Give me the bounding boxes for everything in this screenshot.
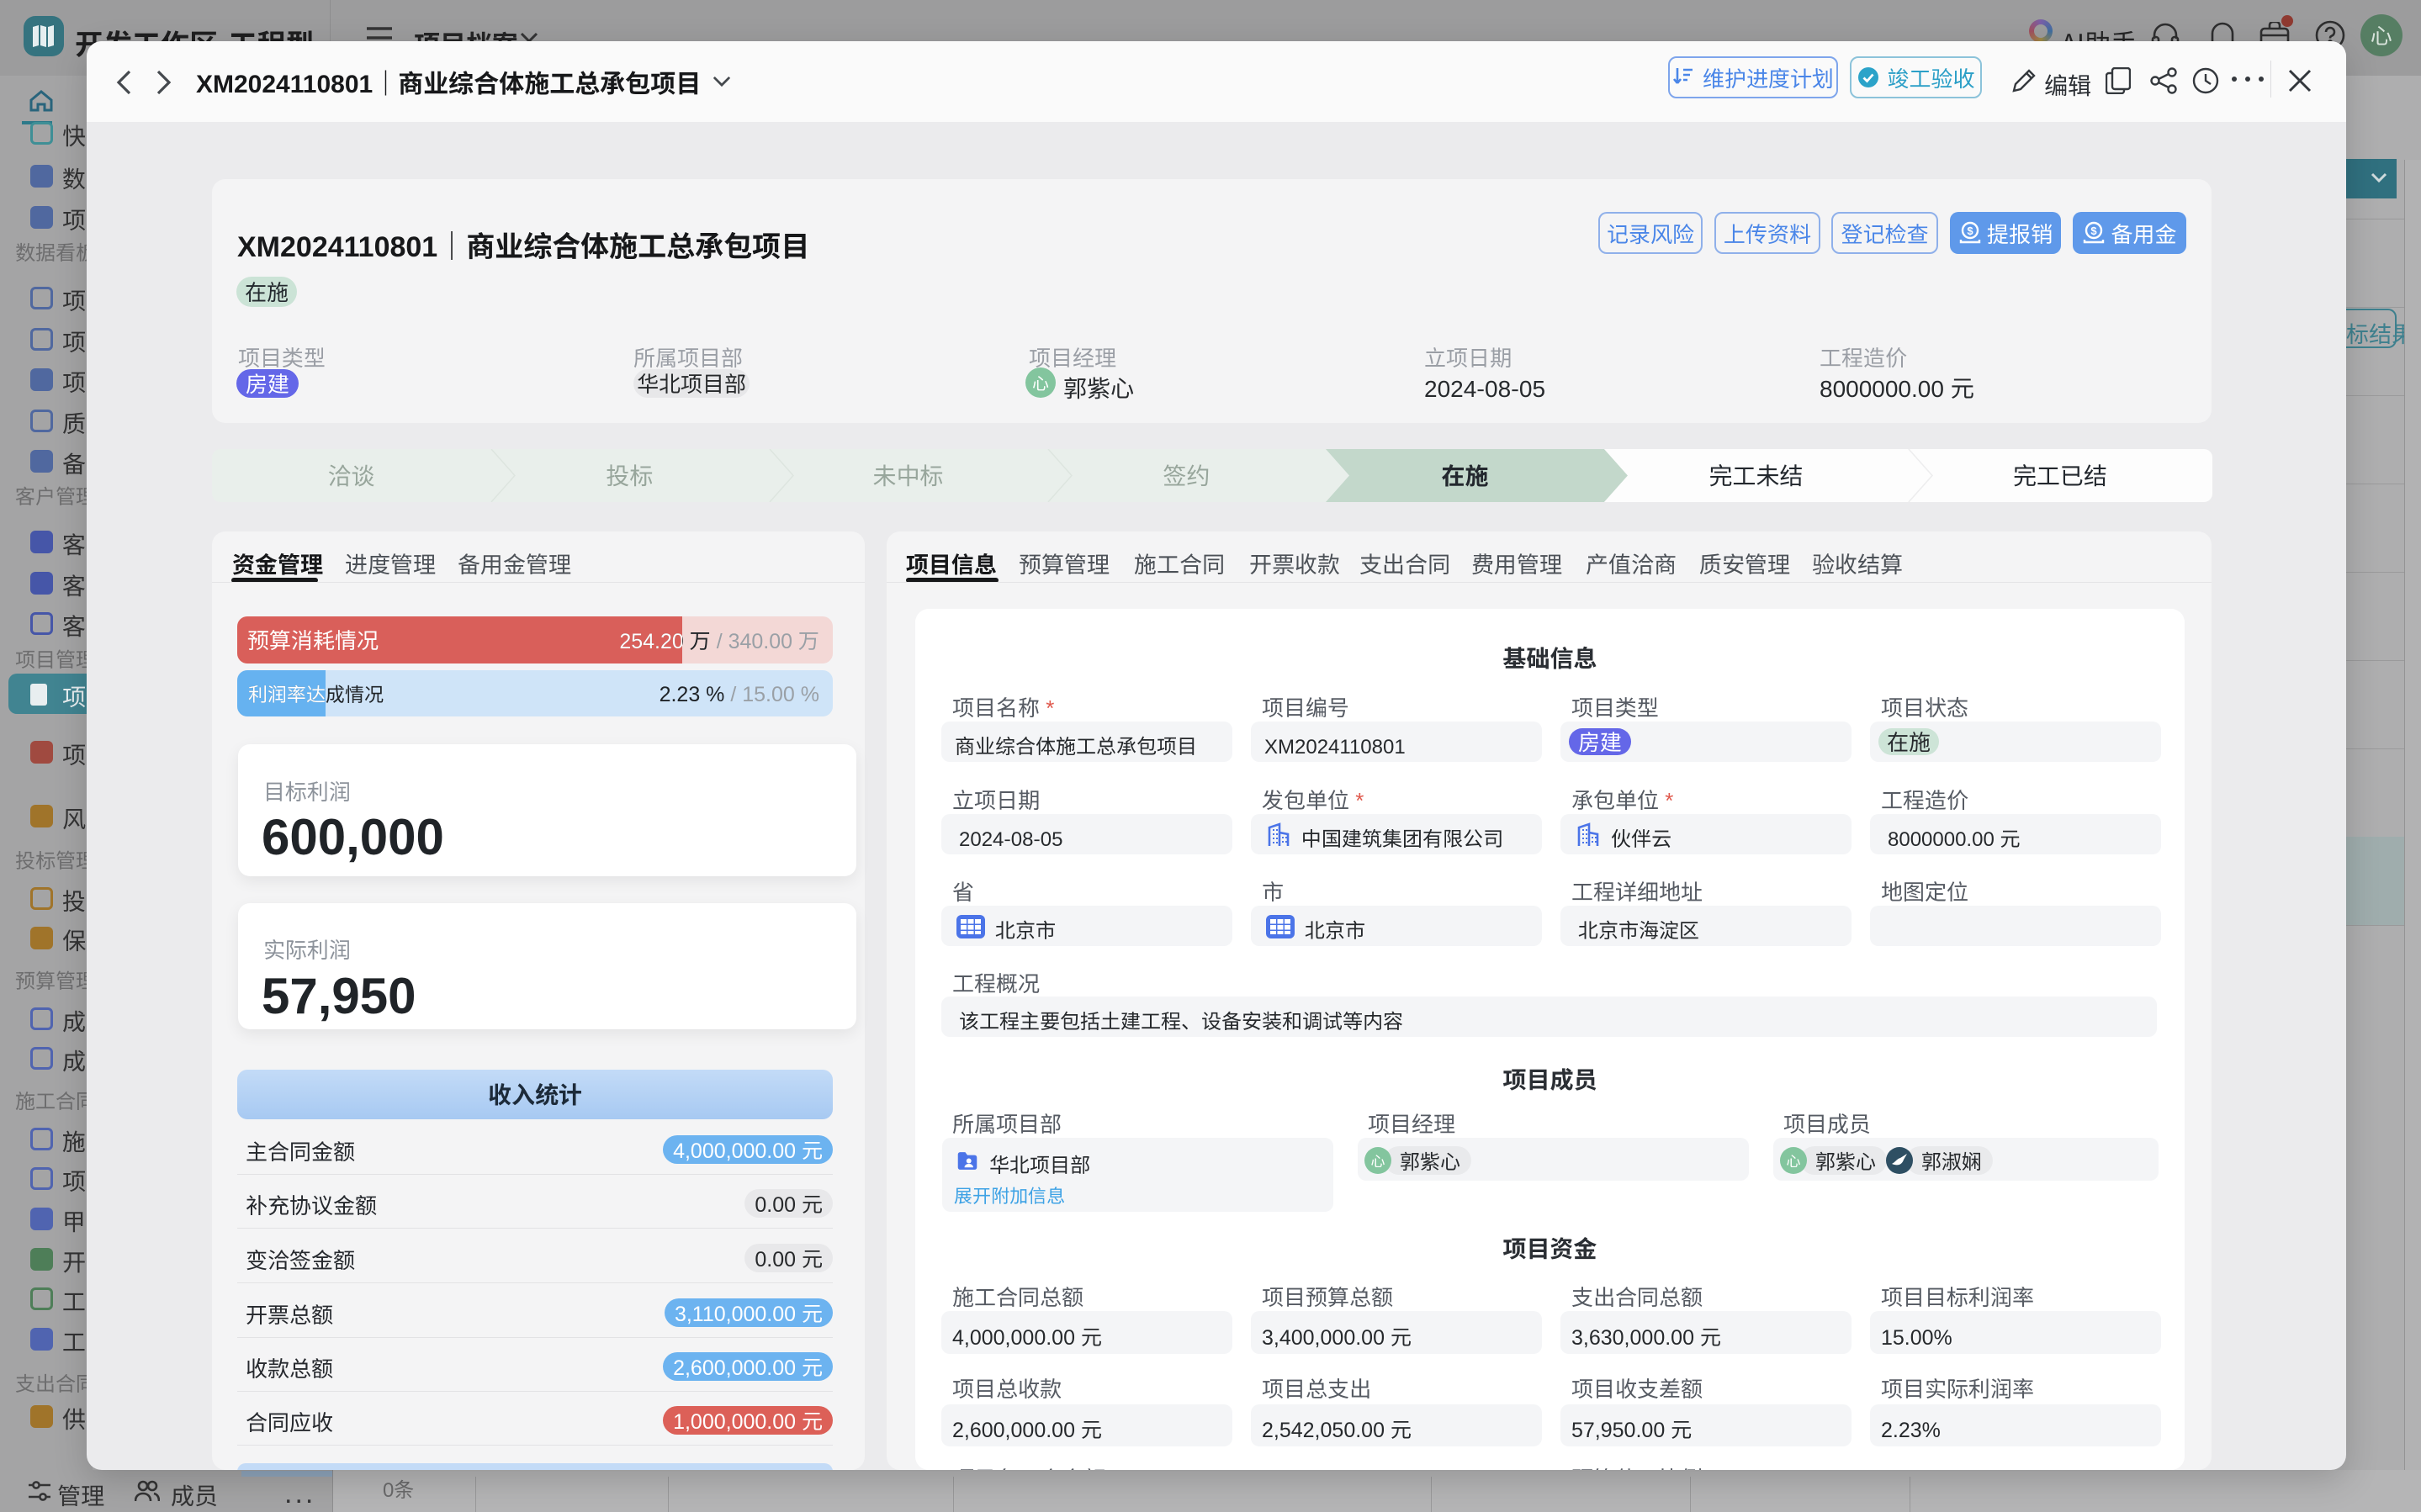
svg-text:$: $	[1967, 222, 1973, 238]
svg-text:$: $	[2091, 222, 2098, 238]
